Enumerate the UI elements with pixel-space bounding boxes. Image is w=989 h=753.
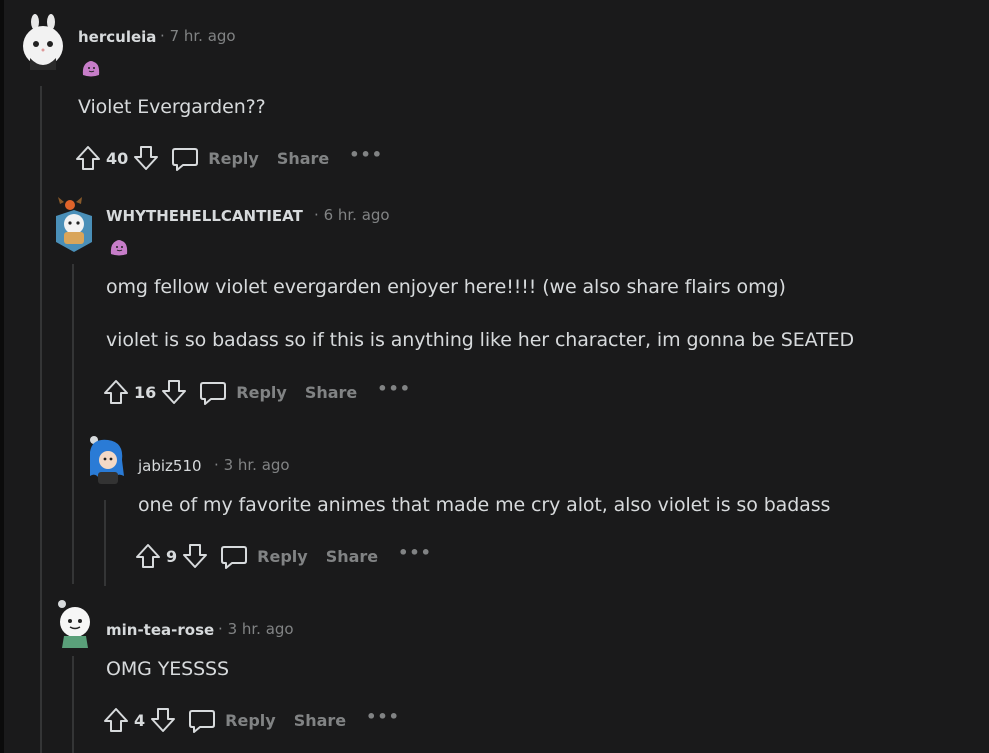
reply-label: Reply	[236, 382, 287, 402]
separator-dot: ·	[314, 206, 319, 224]
thread-line-level-1b[interactable]	[72, 656, 74, 753]
reply-label: Reply	[257, 546, 308, 566]
reply-button[interactable]: Reply	[170, 144, 259, 172]
comment-body-paragraph-1: omg fellow violet evergarden enjoyer her…	[106, 276, 786, 298]
comment-timestamp: · 3 hr. ago	[218, 620, 294, 638]
comment-timestamp: · 3 hr. ago	[214, 456, 290, 474]
downvote-icon[interactable]	[160, 378, 188, 406]
separator-dot: ·	[218, 620, 223, 638]
more-options-icon[interactable]: •••	[398, 543, 432, 562]
avatar[interactable]	[54, 598, 96, 648]
timestamp-text[interactable]: 3 hr. ago	[228, 620, 294, 638]
timestamp-text[interactable]: 7 hr. ago	[170, 27, 236, 45]
separator-dot: ·	[160, 27, 165, 45]
blue-hair-avatar-icon	[90, 436, 124, 484]
fox-avatar-icon	[56, 197, 92, 252]
avatar[interactable]	[52, 196, 96, 254]
reply-button[interactable]: Reply	[187, 706, 276, 734]
comment-timestamp: · 7 hr. ago	[160, 27, 236, 45]
share-button[interactable]: Share	[294, 711, 346, 730]
comment-body: Violet Evergarden??	[78, 96, 266, 118]
vote-score: 40	[106, 148, 129, 168]
comment-body: OMG YESSSS	[106, 658, 229, 680]
reply-icon	[221, 546, 248, 569]
timestamp-text[interactable]: 3 hr. ago	[224, 456, 290, 474]
reply-label: Reply	[225, 710, 276, 730]
upvote-icon[interactable]	[74, 144, 102, 172]
thread-line-level-1[interactable]	[72, 264, 74, 584]
share-button[interactable]: Share	[305, 383, 357, 402]
comment-actions: 16 Reply Share •••	[102, 377, 411, 407]
comment-author[interactable]: herculeia	[78, 28, 156, 46]
share-button[interactable]: Share	[326, 547, 378, 566]
reply-icon	[172, 148, 199, 171]
upvote-icon[interactable]	[102, 378, 130, 406]
more-options-icon[interactable]: •••	[366, 707, 400, 726]
snoo-avatar-icon	[58, 600, 90, 648]
more-options-icon[interactable]: •••	[377, 379, 411, 398]
downvote-icon[interactable]	[132, 144, 160, 172]
separator-dot: ·	[214, 456, 219, 474]
page-edge	[0, 0, 4, 753]
reply-button[interactable]: Reply	[198, 378, 287, 406]
thread-line-level-2[interactable]	[104, 500, 106, 586]
thread-line-level-0[interactable]	[40, 86, 42, 753]
comment-author[interactable]: min-tea-rose	[106, 621, 214, 639]
comment-thread: herculeia · 7 hr. ago Violet Evergarden?…	[0, 0, 989, 753]
comment-author[interactable]: WHYTHEHELLCANTIEAT	[106, 207, 303, 225]
avatar[interactable]	[22, 14, 66, 74]
comment-body-paragraph-2: violet is so badass so if this is anythi…	[106, 329, 855, 351]
comment-author[interactable]: jabiz510	[138, 457, 202, 475]
timestamp-text[interactable]: 6 hr. ago	[324, 206, 390, 224]
comment-body: one of my favorite animes that made me c…	[138, 494, 831, 516]
reply-icon	[200, 382, 227, 405]
vote-score: 4	[134, 710, 146, 730]
reply-button[interactable]: Reply	[219, 542, 308, 570]
reply-label: Reply	[208, 148, 259, 168]
more-options-icon[interactable]: •••	[349, 145, 383, 164]
share-button[interactable]: Share	[277, 149, 329, 168]
ditto-flair-icon	[110, 240, 128, 256]
vote-score: 16	[134, 382, 157, 402]
downvote-icon[interactable]	[181, 542, 209, 570]
avatar[interactable]	[86, 432, 128, 488]
comment-actions: 4 Reply Share •••	[102, 705, 400, 735]
reply-icon	[189, 710, 216, 733]
ditto-flair-icon	[82, 61, 100, 77]
vote-score: 9	[166, 546, 178, 566]
downvote-icon[interactable]	[149, 706, 177, 734]
comment-actions: 9 Reply Share •••	[134, 541, 432, 571]
upvote-icon[interactable]	[102, 706, 130, 734]
upvote-icon[interactable]	[134, 542, 162, 570]
comment-actions: 40 Reply Share •••	[74, 143, 383, 173]
bunny-avatar-icon	[23, 14, 63, 70]
comment-timestamp: · 6 hr. ago	[314, 206, 390, 224]
